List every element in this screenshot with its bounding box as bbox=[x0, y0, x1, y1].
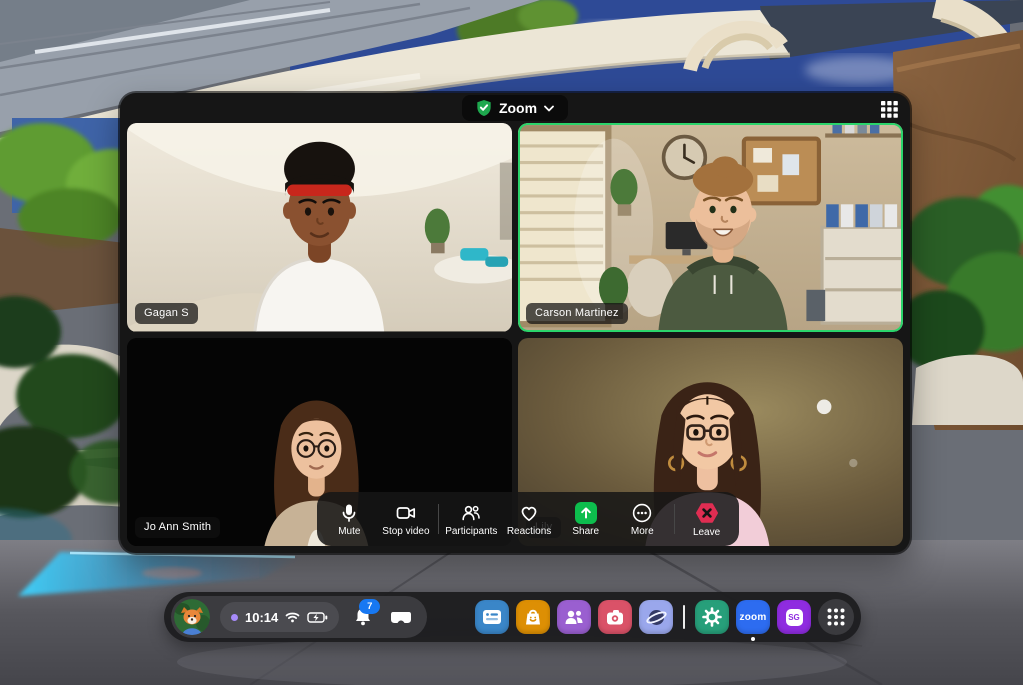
app-library-button[interactable] bbox=[818, 599, 854, 635]
gagan-avatar-video bbox=[127, 123, 512, 332]
stop-video-button[interactable]: Stop video bbox=[381, 502, 431, 537]
status-dot bbox=[231, 614, 238, 621]
sg-app-label: SG bbox=[788, 613, 800, 622]
leave-button[interactable]: Leave bbox=[682, 501, 732, 538]
share-button[interactable]: Share bbox=[561, 502, 611, 537]
mute-button[interactable]: Mute bbox=[324, 502, 374, 537]
app-people[interactable] bbox=[557, 600, 591, 634]
wifi-icon bbox=[285, 611, 300, 623]
app-dock: zoom SG bbox=[475, 599, 854, 635]
more-button[interactable]: More bbox=[617, 502, 667, 537]
app-sg[interactable]: SG bbox=[777, 600, 811, 634]
app-title: Zoom bbox=[499, 100, 537, 116]
leave-meeting-icon bbox=[694, 501, 720, 525]
stop-video-label: Stop video bbox=[382, 527, 429, 537]
video-tile-carson[interactable]: Carson Martinez bbox=[518, 123, 903, 332]
browser-icon bbox=[482, 609, 502, 625]
camera-icon bbox=[605, 609, 625, 626]
mute-label: Mute bbox=[338, 527, 360, 537]
fox-avatar-icon bbox=[174, 599, 210, 635]
participants-button[interactable]: Participants bbox=[445, 502, 497, 537]
system-taskbar: 10:14 7 bbox=[164, 592, 861, 642]
carson-avatar-video bbox=[518, 123, 903, 332]
chevron-down-icon bbox=[544, 105, 554, 112]
more-label: More bbox=[631, 527, 654, 537]
toolbar-divider bbox=[438, 504, 439, 534]
app-camera[interactable] bbox=[598, 600, 632, 634]
zoom-app-window: Zoom bbox=[120, 93, 910, 553]
dock-divider bbox=[683, 605, 685, 629]
video-grid: Gagan S bbox=[127, 123, 903, 546]
participant-name-tag: Carson Martinez bbox=[526, 303, 628, 324]
status-cluster: 10:14 7 bbox=[171, 596, 427, 638]
zoom-title-bar: Zoom bbox=[120, 93, 910, 123]
reactions-label: Reactions bbox=[507, 527, 551, 537]
toolbar-divider bbox=[674, 504, 675, 534]
app-zoom[interactable]: zoom bbox=[736, 600, 770, 634]
profile-avatar[interactable] bbox=[174, 599, 210, 635]
status-pill[interactable]: 10:14 bbox=[220, 602, 339, 632]
share-label: Share bbox=[572, 527, 599, 537]
zoom-app-label: zoom bbox=[740, 612, 767, 623]
app-browser[interactable] bbox=[475, 600, 509, 634]
notification-badge: 7 bbox=[359, 599, 380, 614]
planet-icon bbox=[646, 607, 667, 628]
app-grid-icon bbox=[827, 608, 845, 626]
headset-view-button[interactable] bbox=[387, 603, 415, 631]
zoom-title-menu[interactable]: Zoom bbox=[462, 95, 568, 121]
clock: 10:14 bbox=[245, 610, 278, 625]
participant-name: Jo Ann Smith bbox=[144, 521, 211, 533]
participant-name-tag: Jo Ann Smith bbox=[135, 517, 220, 538]
notifications-button[interactable]: 7 bbox=[349, 603, 377, 631]
ellipsis-icon bbox=[631, 502, 653, 524]
vr-screen: Zoom bbox=[0, 0, 1023, 685]
people-icon bbox=[564, 608, 584, 626]
leave-label: Leave bbox=[693, 528, 720, 538]
store-bag-icon bbox=[523, 607, 543, 627]
sg-app-chip: SG bbox=[786, 609, 803, 626]
app-store[interactable] bbox=[516, 600, 550, 634]
heart-icon bbox=[518, 502, 540, 524]
participants-label: Participants bbox=[445, 527, 497, 537]
participant-name-tag: Gagan S bbox=[135, 303, 198, 324]
microphone-icon bbox=[338, 502, 360, 524]
meeting-toolbar: Mute Stop video Participants Reactions bbox=[317, 492, 739, 546]
participants-icon bbox=[460, 502, 482, 524]
gallery-view-button[interactable] bbox=[879, 99, 899, 119]
participant-name: Carson Martinez bbox=[535, 307, 619, 319]
security-shield-icon bbox=[476, 99, 492, 117]
gear-icon bbox=[702, 607, 722, 627]
battery-icon bbox=[307, 612, 328, 623]
video-tile-gagan[interactable]: Gagan S bbox=[127, 123, 512, 332]
app-worlds[interactable] bbox=[639, 600, 673, 634]
reactions-button[interactable]: Reactions bbox=[504, 502, 554, 537]
video-camera-icon bbox=[395, 502, 417, 524]
vr-headset-icon bbox=[390, 611, 412, 624]
share-screen-icon bbox=[575, 502, 597, 524]
grid-view-icon bbox=[881, 101, 898, 118]
app-settings[interactable] bbox=[695, 600, 729, 634]
participant-name: Gagan S bbox=[144, 307, 189, 319]
running-app-indicator bbox=[751, 637, 755, 641]
